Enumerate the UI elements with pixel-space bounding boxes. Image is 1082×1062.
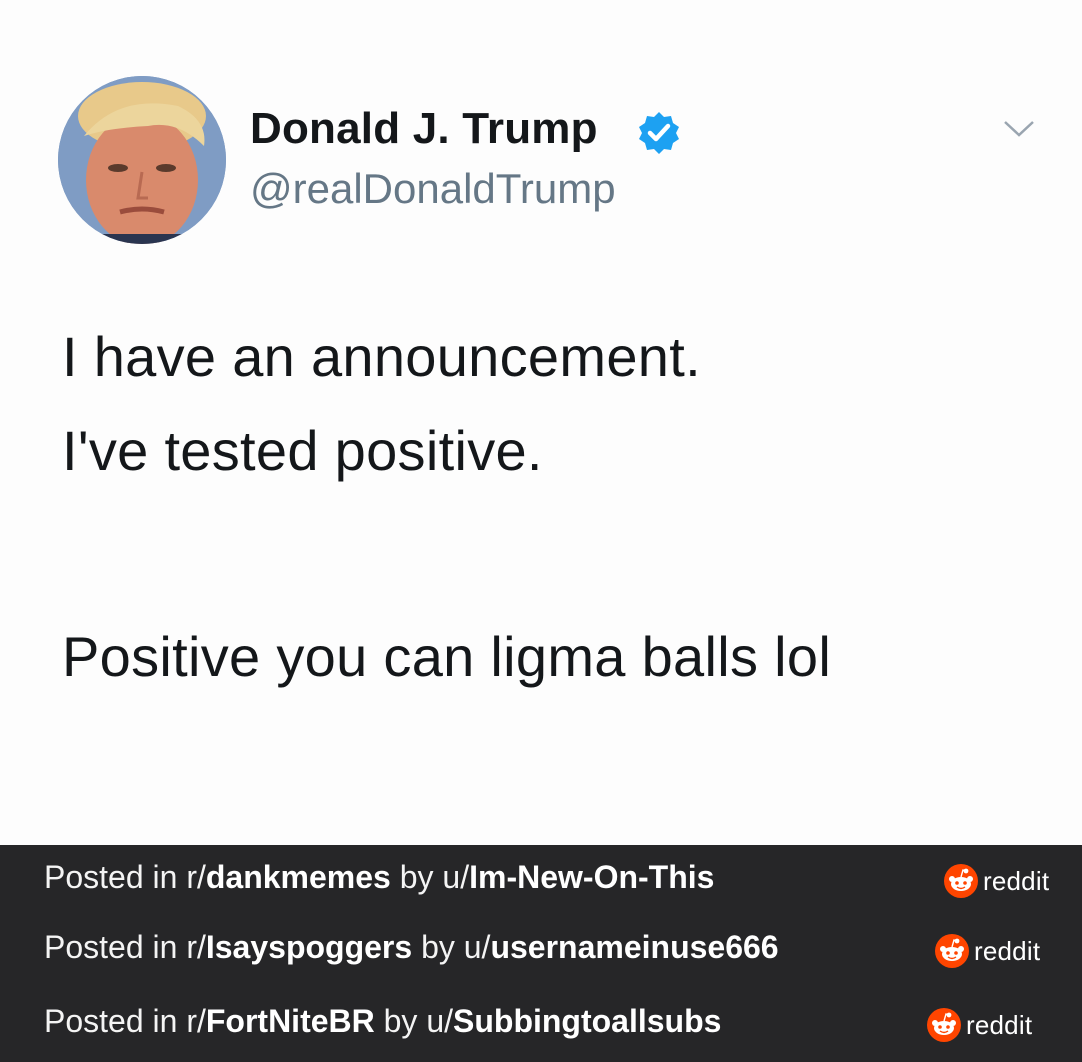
reddit-wordmark: reddit (974, 935, 1041, 966)
reddit-logo-icon (944, 864, 978, 898)
subreddit-link[interactable]: dankmemes (206, 859, 391, 895)
subreddit-link[interactable]: Isayspoggers (206, 929, 412, 965)
reddit-logo-icon (927, 1008, 961, 1042)
reddit-badge[interactable]: reddit (927, 1005, 1032, 1045)
tweet-text-line: Positive you can ligma balls lol (62, 625, 832, 688)
by-label: by u/ (374, 1003, 453, 1039)
subreddit-link[interactable]: FortNiteBR (206, 1003, 375, 1039)
user-handle[interactable]: @realDonaldTrump (250, 165, 616, 213)
crosspost-footer: Posted in r/dankmemes by u/Im-New-On-Thi… (0, 845, 1082, 1062)
posted-in-label: Posted in r/ (44, 1003, 206, 1039)
chevron-down-icon[interactable] (1002, 118, 1036, 140)
crosspost-text: Posted in r/dankmemes by u/Im-New-On-Thi… (44, 859, 714, 896)
reddit-wordmark: reddit (983, 865, 1050, 896)
reddit-wordmark: reddit (966, 1009, 1033, 1040)
tweet-card: Donald J. Trump @realDonaldTrump I have … (0, 0, 1082, 845)
crosspost-row: Posted in r/Isayspoggers by u/usernamein… (0, 921, 1082, 981)
avatar[interactable] (58, 76, 226, 244)
display-name[interactable]: Donald J. Trump (250, 104, 598, 154)
posted-in-label: Posted in r/ (44, 859, 206, 895)
crosspost-row: Posted in r/dankmemes by u/Im-New-On-Thi… (0, 851, 1082, 911)
verified-badge-icon (639, 112, 679, 154)
by-label: by u/ (412, 929, 491, 965)
posted-in-label: Posted in r/ (44, 929, 206, 965)
crosspost-text: Posted in r/Isayspoggers by u/usernamein… (44, 929, 779, 966)
crosspost-text: Posted in r/FortNiteBR by u/Subbingtoall… (44, 1003, 721, 1040)
user-link[interactable]: Im-New-On-This (469, 859, 714, 895)
tweet-text-line: I've tested positive. (62, 419, 543, 482)
reddit-logo-icon (935, 934, 969, 968)
user-link[interactable]: Subbingtoallsubs (453, 1003, 721, 1039)
user-link[interactable]: usernameinuse666 (490, 929, 778, 965)
crosspost-row: Posted in r/FortNiteBR by u/Subbingtoall… (0, 995, 1082, 1055)
reddit-badge[interactable]: reddit (944, 861, 1049, 901)
reddit-badge[interactable]: reddit (935, 931, 1040, 971)
tweet-text-line: I have an announcement. (62, 325, 701, 388)
by-label: by u/ (390, 859, 470, 895)
